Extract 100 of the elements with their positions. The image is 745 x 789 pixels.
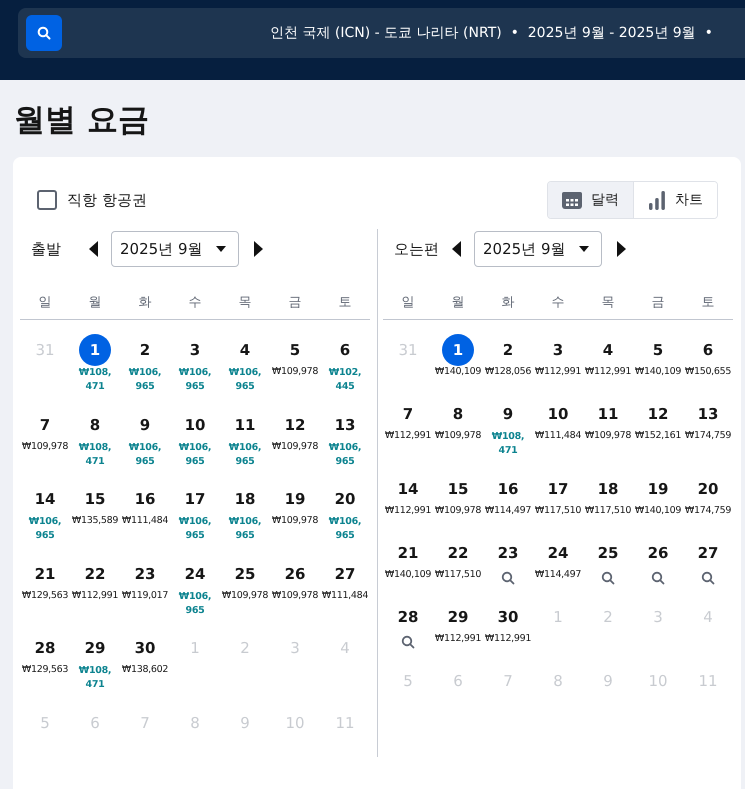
weekday-label: 금	[650, 294, 666, 312]
day-number[interactable]: 2	[492, 334, 524, 366]
search-icon[interactable]	[651, 570, 665, 585]
day-number[interactable]: 13	[329, 408, 361, 441]
day-price: ₩129,563	[22, 590, 68, 601]
day-number[interactable]: 12	[642, 398, 674, 430]
day-number[interactable]: 12	[279, 408, 311, 441]
day-number[interactable]: 1	[442, 334, 474, 366]
calendar-label: 출발	[31, 240, 62, 259]
day-number[interactable]: 29	[79, 632, 111, 664]
day-number[interactable]: 11	[592, 398, 624, 430]
day-price: ₩109,978	[272, 366, 318, 378]
day-number[interactable]: 19	[642, 472, 674, 505]
day-number[interactable]: 18	[592, 472, 624, 505]
day-number[interactable]: 28	[392, 600, 424, 633]
day-price: ₩106,965	[328, 440, 362, 469]
day-number[interactable]: 4	[592, 334, 624, 366]
day-number[interactable]: 22	[79, 558, 111, 590]
day-price: ₩112,991	[534, 366, 582, 378]
day-number[interactable]: 21	[29, 558, 61, 590]
day-number[interactable]: 3	[542, 334, 574, 366]
day-number[interactable]: 1	[79, 334, 111, 366]
day-number[interactable]: 25	[229, 558, 261, 590]
day-number[interactable]: 22	[442, 536, 474, 569]
day-number[interactable]: 14	[392, 472, 424, 505]
day-number[interactable]: 10	[542, 398, 574, 430]
day-number[interactable]: 14	[29, 483, 61, 516]
previous-month-icon[interactable]	[452, 241, 462, 258]
day-number[interactable]: 2	[129, 334, 161, 366]
day-price: ₩111,484	[322, 590, 368, 601]
day-number[interactable]: 30	[492, 600, 524, 633]
day-price: ₩135,589	[72, 515, 118, 526]
day-price: ₩150,655	[684, 366, 732, 378]
day-number[interactable]: 5	[279, 334, 311, 366]
day-number[interactable]: 28	[29, 632, 61, 664]
search-icon[interactable]	[401, 634, 415, 649]
day-number[interactable]: 26	[642, 536, 674, 569]
day-number[interactable]: 9	[492, 398, 524, 430]
day-number[interactable]: 24	[542, 536, 574, 569]
day-price: ₩114,497	[534, 568, 582, 580]
day-number[interactable]: 23	[492, 536, 524, 569]
day-number[interactable]: 5	[642, 334, 674, 366]
day-number[interactable]: 9	[129, 408, 161, 441]
day-price: ₩109,978	[222, 590, 268, 601]
day-number[interactable]: 20	[329, 483, 361, 516]
day-price: ₩129,563	[22, 664, 68, 676]
day-number[interactable]: 23	[129, 558, 161, 590]
search-summary-bar[interactable]: 인천 국제 (ICN) - 도쿄 나리타 (NRT) • 2025년 9월 - 2025년 9월 •	[18, 8, 745, 58]
weekday-label: 일	[38, 294, 52, 312]
weekday-label: 화	[138, 294, 152, 312]
day-number[interactable]: 17	[179, 483, 211, 516]
day-number[interactable]: 8	[79, 408, 111, 441]
month-dropdown[interactable]: 2025년 9월	[474, 231, 602, 268]
day-number[interactable]: 10	[179, 408, 211, 441]
day-number[interactable]: 16	[129, 483, 161, 516]
day-number[interactable]: 8	[442, 398, 474, 430]
day-number[interactable]: 30	[129, 632, 161, 664]
day-price: ₩109,978	[584, 430, 632, 442]
day-price: ₩109,978	[272, 590, 318, 601]
weekday-label: 토	[338, 294, 352, 312]
view-tab[interactable]: 달력	[548, 182, 633, 218]
day-number[interactable]: 7	[29, 408, 61, 441]
day-number[interactable]: 21	[392, 536, 424, 569]
day-price: ₩108,471	[490, 430, 526, 458]
day-number[interactable]: 6	[692, 334, 724, 366]
checkbox[interactable]	[37, 190, 57, 210]
search-icon[interactable]	[501, 570, 515, 585]
previous-month-icon[interactable]	[89, 241, 99, 258]
day-price: ₩117,510	[434, 568, 482, 580]
day-number[interactable]: 20	[692, 472, 724, 505]
month-dropdown[interactable]: 2025년 9월	[111, 231, 239, 268]
day-number[interactable]: 19	[279, 483, 311, 516]
day-number[interactable]: 3	[179, 334, 211, 366]
day-number[interactable]: 13	[692, 398, 724, 430]
day-number[interactable]: 11	[229, 408, 261, 441]
day-price: ₩112,991	[484, 632, 532, 644]
search-icon[interactable]	[701, 570, 715, 585]
day-number[interactable]: 27	[329, 558, 361, 590]
search-icon[interactable]	[601, 570, 615, 585]
search-button[interactable]	[26, 15, 62, 51]
day-number[interactable]: 25	[592, 536, 624, 569]
day-number[interactable]: 16	[492, 472, 524, 505]
next-month-icon[interactable]	[616, 241, 626, 258]
next-month-icon[interactable]	[253, 241, 263, 258]
day-number[interactable]: 18	[229, 483, 261, 516]
bar-chart-icon	[648, 190, 666, 210]
weekday-label: 목	[600, 294, 616, 312]
view-tab[interactable]: 차트	[633, 182, 717, 218]
day-number[interactable]: 6	[329, 334, 361, 366]
day-number[interactable]: 4	[229, 334, 261, 366]
day-number[interactable]: 29	[442, 600, 474, 633]
day-number[interactable]: 15	[79, 483, 111, 516]
day-price: ₩119,017	[122, 590, 168, 601]
day-number[interactable]: 27	[692, 536, 724, 569]
day-price: ₩106,965	[28, 515, 62, 544]
day-number[interactable]: 15	[442, 472, 474, 505]
day-number[interactable]: 17	[542, 472, 574, 505]
day-number[interactable]: 26	[279, 558, 311, 590]
day-number[interactable]: 7	[392, 398, 424, 430]
day-number[interactable]: 24	[179, 558, 211, 590]
